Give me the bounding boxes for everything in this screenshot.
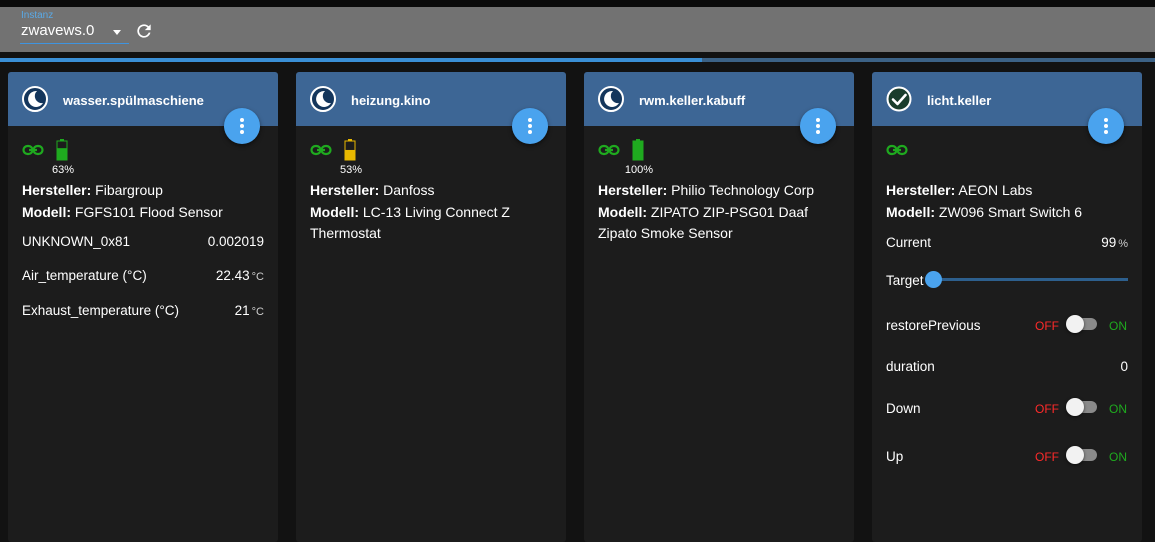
current-label: Current [886,235,932,250]
target-slider-thumb[interactable] [925,271,942,288]
switch-label: restorePrevious [886,318,981,333]
loading-progress-fill [0,58,703,62]
state-value: 0.002019 [207,234,264,249]
card-menu-button[interactable] [224,108,260,144]
target-slider[interactable] [934,278,1128,281]
state-row: UNKNOWN_0x81 0.002019 [22,234,264,254]
duration-value: 0 [1120,359,1128,374]
card-menu-button[interactable] [1088,108,1124,144]
model-label: Modell: [22,203,71,220]
down-toggle[interactable] [1066,397,1100,417]
check-circle-icon [886,86,912,112]
device-card-heizung-kino: heizung.kino 53% Hersteller: Danfoss Mod… [296,72,566,542]
state-label: Exhaust_temperature (°C) [22,303,179,318]
state-value: 21 °C [234,303,264,318]
device-info: Hersteller: Philio Technology Corp Model… [598,180,843,245]
switch-label: Down [886,401,921,416]
battery-percent: 53% [339,164,363,176]
device-card-licht-keller: licht.keller Hersteller: AEON Labs Model… [872,72,1142,542]
top-strip [0,0,1155,7]
unit-label: % [1118,238,1128,250]
state-row: Exhaust_temperature (°C) 21 °C [22,303,264,323]
on-label: ON [1109,402,1127,416]
device-card-rwm-keller-kabuff: rwm.keller.kabuff 100% Hersteller: Phili… [584,72,854,542]
manufacturer-label: Hersteller: [598,182,668,198]
up-toggle[interactable] [1066,445,1100,465]
card-title: licht.keller [927,93,992,108]
target-label: Target [886,273,924,288]
target-row: Target [886,273,1128,293]
manufacturer-value: Philio Technology Corp [671,182,815,198]
moon-icon [598,86,624,112]
device-info: Hersteller: Danfoss Modell: LC-13 Living… [310,180,555,245]
caret-down-icon [113,30,121,35]
off-label: OFF [1035,402,1059,416]
battery-percent: 63% [51,164,75,176]
switch-label: Up [886,449,904,464]
off-label: OFF [1035,450,1059,464]
battery-icon [632,139,644,161]
off-label: OFF [1035,319,1059,333]
card-title: wasser.spülmaschiene [63,93,204,108]
manufacturer-label: Hersteller: [22,182,92,198]
model-label: Modell: [598,203,647,220]
moon-icon [22,86,48,112]
device-info: Hersteller: AEON Labs Modell: ZW096 Smar… [886,180,1131,223]
manufacturer-value: Fibargroup [95,182,163,198]
state-label: Air_temperature (°C) [22,268,147,283]
device-info: Hersteller: Fibargroup Modell: FGFS101 F… [22,180,267,223]
instance-label: Instanz [21,10,54,21]
card-menu-button[interactable] [512,108,548,144]
manufacturer-label: Hersteller: [310,182,380,198]
model-value: FGFS101 Flood Sensor [74,203,223,220]
toolbar: Instanz zwavews.0 [0,7,1155,52]
card-title: heizung.kino [351,93,431,108]
state-row: Air_temperature (°C) 22.43 °C [22,268,264,288]
model-label: Modell: [886,203,935,220]
moon-icon [310,86,336,112]
model-label: Modell: [310,203,359,220]
on-label: ON [1109,450,1127,464]
card-menu-button[interactable] [800,108,836,144]
instance-value: zwavews.0 [21,22,95,39]
duration-label: duration [886,359,935,374]
battery-icon [344,139,356,161]
manufacturer-value: AEON Labs [958,182,1033,198]
current-row: Current 99% [886,235,1128,255]
current-value: 99% [1101,235,1128,250]
card-title: rwm.keller.kabuff [639,93,746,108]
instance-select[interactable]: zwavews.0 [20,21,129,44]
battery-icon [56,139,68,161]
loading-progress-bar [0,58,1155,62]
state-value: 22.43 °C [215,268,264,283]
link-icon [886,142,908,158]
state-label: UNKNOWN_0x81 [22,234,131,249]
link-icon [598,142,620,158]
manufacturer-label: Hersteller: [886,182,956,198]
manufacturer-value: Danfoss [383,182,435,198]
unit-label: °C [251,306,264,318]
link-icon [22,142,44,158]
on-label: ON [1109,319,1127,333]
battery-percent: 100% [624,164,654,176]
duration-row: duration 0 [886,359,1128,379]
model-value: ZW096 Smart Switch 6 [938,203,1083,220]
unit-label: °C [251,271,264,283]
refresh-icon[interactable] [134,21,154,41]
restore-previous-toggle[interactable] [1066,314,1100,334]
link-icon [310,142,332,158]
device-card-wasser-spuelmaschiene: wasser.spülmaschiene 63% Hersteller: Fib… [8,72,278,542]
